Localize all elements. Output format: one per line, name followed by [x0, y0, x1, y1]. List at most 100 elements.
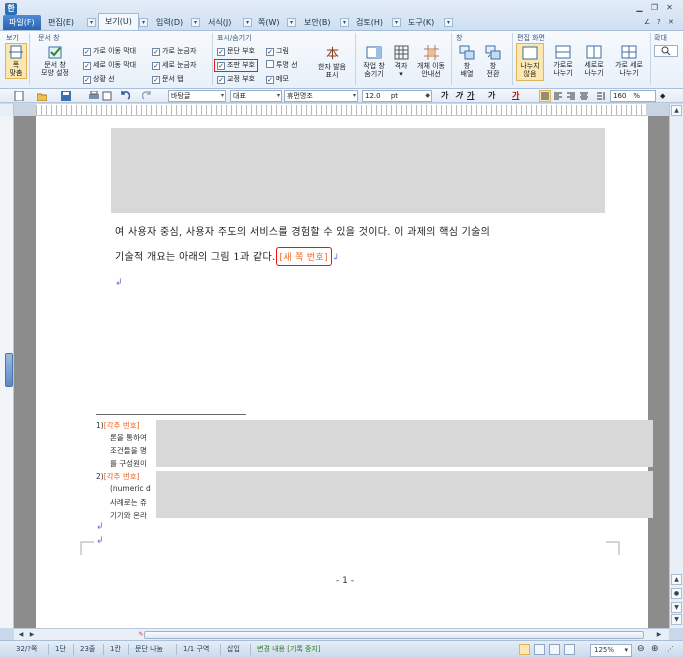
prev-page-icon[interactable]: ▲ — [671, 574, 682, 585]
footnote-1[interactable]: 1)[각주 번호] — [96, 420, 140, 431]
split-both-button[interactable]: 가로 세로 나누기 — [610, 45, 648, 77]
scroll-up-icon[interactable]: ▲ — [671, 105, 682, 116]
next-page-icon[interactable]: ▼ — [671, 602, 682, 613]
menu-view-dropdown-icon[interactable]: ▾ — [139, 18, 148, 27]
object-move-guide-button[interactable]: 개체 이동 안내선 — [414, 45, 448, 78]
page-width-button[interactable]: 폭 맞춤 — [5, 43, 27, 79]
ribbon-collapse-icon[interactable]: ∠ — [644, 18, 650, 26]
save-icon[interactable] — [61, 91, 71, 101]
align-left-icon[interactable] — [553, 91, 563, 101]
horizontal-scrollbar[interactable]: ◀ ▶ ✎ ▶ — [14, 628, 669, 640]
menu-input-dropdown-icon[interactable]: ▾ — [191, 18, 200, 27]
check-vertical-scrollbar[interactable]: ✓ 세로 이동 막대 — [83, 60, 136, 71]
horizontal-ruler[interactable] — [14, 104, 669, 116]
select-browse-icon[interactable]: ● — [671, 588, 682, 599]
minimize-icon[interactable]: ▁ — [634, 3, 645, 12]
resize-grip-icon[interactable]: ⋰ — [667, 644, 674, 655]
no-split-button[interactable]: 나누지 않음 — [516, 43, 544, 81]
check-memo[interactable]: ✓ 메모 — [266, 74, 289, 85]
menu-format[interactable]: 서식(J) — [202, 15, 237, 30]
new-page-number-callout[interactable]: [새 쪽 번호] — [275, 247, 332, 266]
check-transparent-lines[interactable]: 투명 선 — [266, 60, 298, 71]
doc-close-icon[interactable]: ✕ — [668, 18, 674, 26]
line-spacing-icon[interactable] — [596, 91, 606, 101]
footnote-2[interactable]: 2)[각주 번호] — [96, 471, 140, 482]
scroll-down-icon[interactable]: ▼ — [671, 614, 682, 625]
document-page[interactable]: 여 사용자 중심, 사용자 주도의 서비스를 경험할 수 있을 것이다. 이 과… — [36, 116, 653, 628]
split-horizontal-button[interactable]: 가로로 나누기 — [548, 45, 578, 77]
redo-icon[interactable] — [142, 91, 152, 101]
grid-button[interactable]: 격자 ▾ — [390, 45, 412, 78]
zoom-button[interactable] — [654, 45, 678, 57]
menu-page[interactable]: 쪽(W) — [252, 15, 286, 30]
menu-format-dropdown-icon[interactable]: ▾ — [243, 18, 252, 27]
underline-button[interactable]: 가 — [467, 90, 474, 102]
hanja-reading-button[interactable]: 本 한자 발음 표시 — [312, 45, 352, 79]
line-spacing-input[interactable]: 160% — [610, 90, 656, 102]
align-right-icon[interactable] — [566, 91, 576, 101]
window-switch-button[interactable]: 창 전환 — [481, 45, 505, 78]
strike-button[interactable]: 가 — [488, 90, 495, 102]
menu-tools[interactable]: 도구(K) — [402, 15, 440, 30]
italic-button[interactable]: 가 — [455, 90, 462, 102]
menu-tools-dropdown-icon[interactable]: ▾ — [444, 18, 453, 27]
font-color-button[interactable]: 가 — [512, 90, 519, 102]
font-size-input[interactable]: 12.0 pt ◆ — [362, 90, 432, 102]
normal-view-icon[interactable] — [519, 644, 530, 655]
task-window-button[interactable]: 작업 창 숨기기 — [359, 45, 389, 78]
body-text-line[interactable]: 기술적 개요는 아래의 그림 1과 같다. [새 쪽 번호] ↲ — [115, 247, 340, 266]
document-workspace[interactable]: 여 사용자 중심, 사용자 주도의 서비스를 경험할 수 있을 것이다. 이 과… — [14, 116, 669, 628]
menu-file[interactable]: 파일(F) — [3, 15, 41, 30]
check-proof-marks[interactable]: ✓ 교정 부호 — [217, 74, 255, 85]
check-layout-marks[interactable]: ✓ 조판 부호 — [214, 59, 258, 72]
grid-dropdown-icon[interactable]: ▾ — [390, 70, 412, 78]
menu-page-dropdown-icon[interactable]: ▾ — [287, 18, 296, 27]
check-status-line[interactable]: ✓ 상황 선 — [83, 74, 115, 85]
style-select[interactable]: 바탕글 ▾ — [168, 90, 226, 102]
page-view-icon[interactable] — [534, 644, 545, 655]
zoom-out-icon[interactable]: ⊖ — [637, 644, 645, 655]
outline-view-icon[interactable] — [549, 644, 560, 655]
spinner-icon[interactable]: ◆ — [660, 90, 665, 102]
scroll-thumb[interactable] — [144, 631, 644, 639]
vertical-scrollbar[interactable]: ▲ ▲ ● ▼ ▼ — [669, 104, 683, 628]
menu-review[interactable]: 검토(H) — [350, 15, 389, 30]
body-text-line[interactable]: 여 사용자 중심, 사용자 주도의 서비스를 경험할 수 있을 것이다. 이 과… — [115, 223, 490, 238]
menu-input[interactable]: 입력(D) — [150, 15, 189, 30]
new-document-icon[interactable] — [14, 91, 24, 101]
help-icon[interactable]: ? — [657, 18, 661, 26]
check-doc-tab[interactable]: ✓ 문서 탭 — [152, 74, 184, 85]
zoom-in-icon[interactable]: ⊕ — [651, 644, 659, 655]
bold-button[interactable]: 가 — [441, 90, 448, 102]
check-horizontal-ruler[interactable]: ✓ 가로 눈금자 — [152, 46, 196, 57]
zoom-select[interactable]: 125% ▾ — [590, 644, 632, 657]
menu-view[interactable]: 보기(U) — [98, 13, 139, 30]
side-panel-handle[interactable] — [5, 353, 13, 387]
close-icon[interactable]: ✕ — [664, 3, 675, 12]
menu-edit[interactable]: 편집(E) — [42, 15, 80, 30]
check-vertical-ruler[interactable]: ✓ 세로 눈금자 — [152, 60, 196, 71]
tab-scroll-right-icon[interactable]: ▶ — [27, 630, 37, 640]
menu-review-dropdown-icon[interactable]: ▾ — [392, 18, 401, 27]
tab-scroll-left-icon[interactable]: ◀ — [16, 630, 26, 640]
window-arrange-button[interactable]: 창 배열 — [455, 45, 479, 78]
print-preview-icon[interactable] — [102, 91, 112, 101]
split-vertical-button[interactable]: 세로로 나누기 — [579, 45, 609, 77]
check-paragraph-marks[interactable]: ✓ 문단 부호 — [217, 46, 255, 57]
menu-edit-dropdown-icon[interactable]: ▾ — [87, 18, 96, 27]
align-justify-icon[interactable] — [539, 90, 551, 102]
font-select[interactable]: 휴먼명조 ▾ — [284, 90, 358, 102]
language-select[interactable]: 대표 ▾ — [230, 90, 282, 102]
doc-window-settings-button[interactable]: 문서 창 모양 설정 — [38, 45, 72, 77]
status-page[interactable]: 32/?쪽 — [16, 644, 37, 655]
status-insert-mode[interactable]: 삽입 — [227, 644, 240, 655]
print-icon[interactable] — [89, 91, 99, 101]
scroll-right-icon[interactable]: ▶ — [654, 630, 664, 640]
undo-icon[interactable] — [120, 91, 130, 101]
restore-icon[interactable]: ❐ — [649, 3, 660, 12]
check-horizontal-scrollbar[interactable]: ✓ 가로 이동 막대 — [83, 46, 136, 57]
check-pictures[interactable]: ✓ 그림 — [266, 46, 289, 57]
open-folder-icon[interactable] — [37, 91, 47, 101]
align-center-icon[interactable] — [579, 91, 589, 101]
zoom-fit-icon[interactable] — [564, 644, 575, 655]
